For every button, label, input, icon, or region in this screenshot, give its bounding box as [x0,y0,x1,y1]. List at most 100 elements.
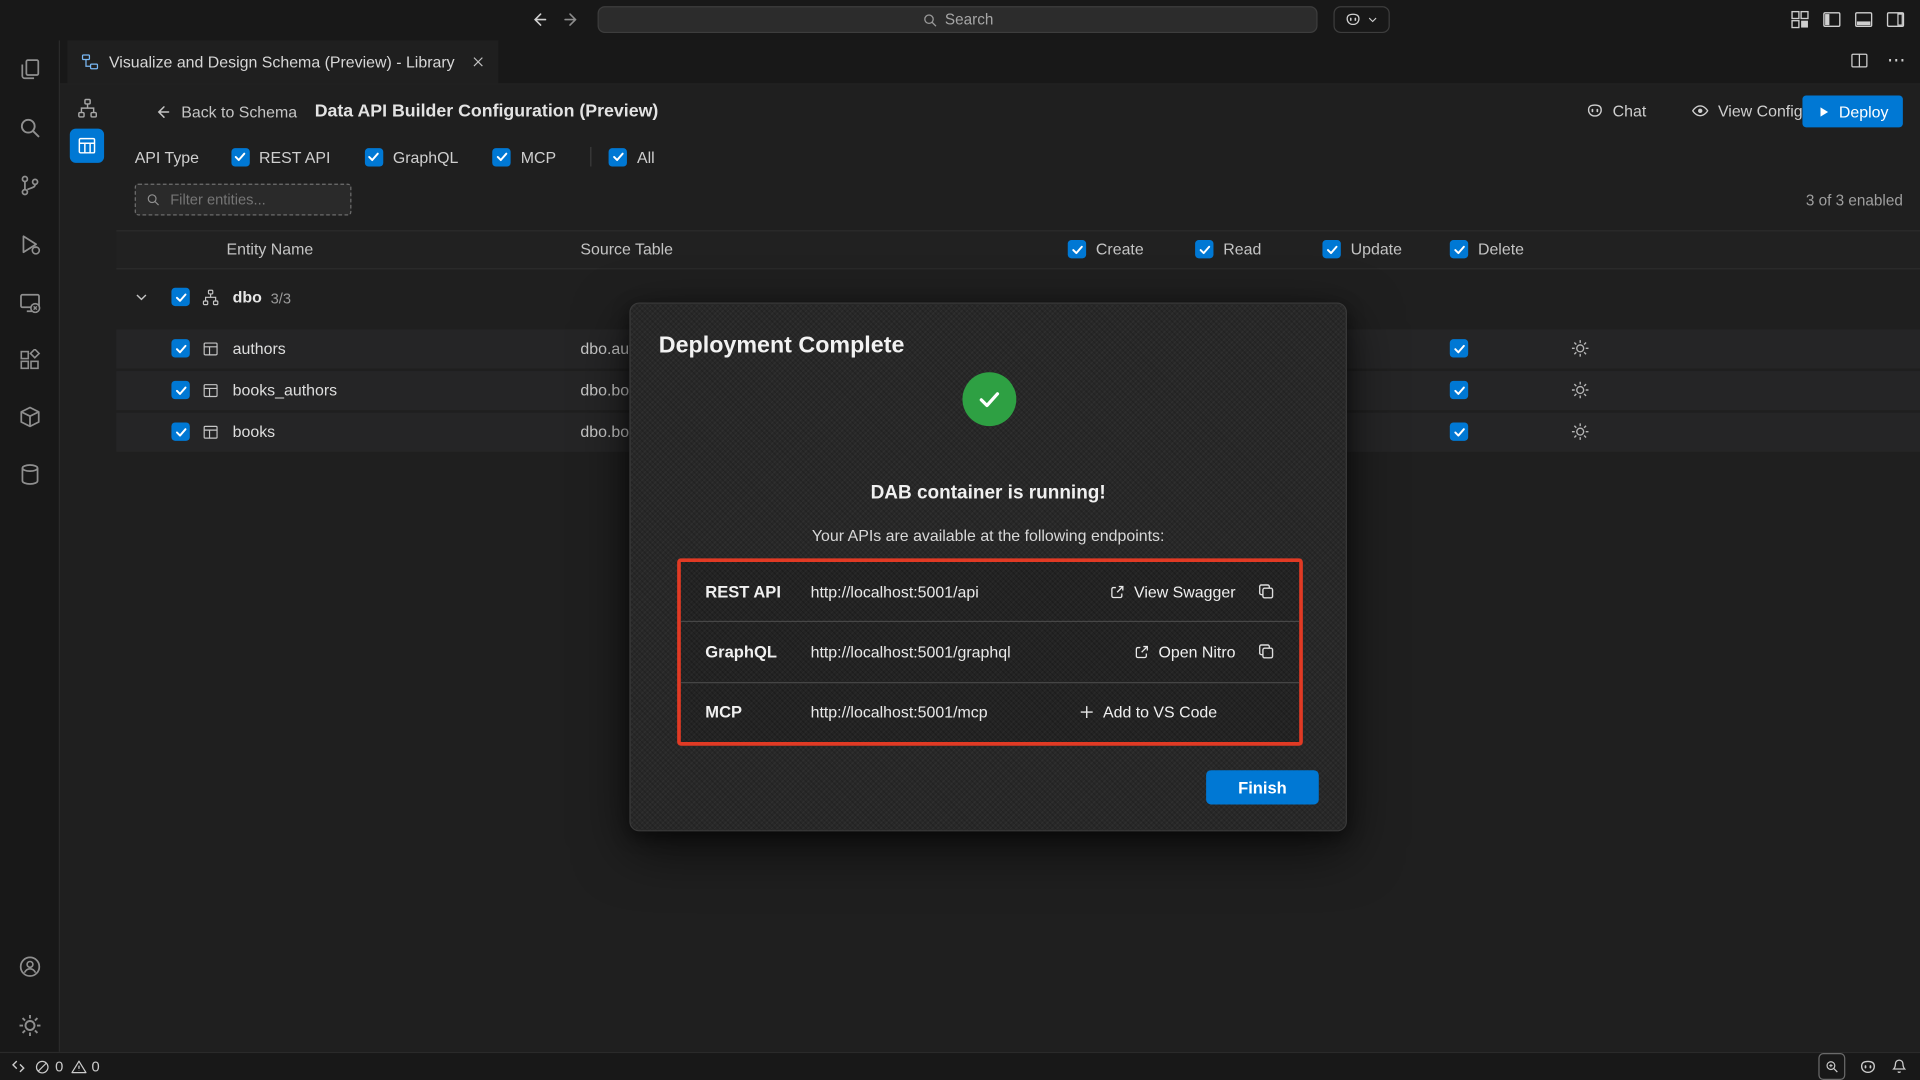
endpoint-row-graphql: GraphQL http://localhost:5001/graphql Op… [681,621,1299,681]
checkbox-update-all[interactable] [1322,240,1340,258]
mcp-label: MCP [521,148,556,166]
chevron-down-icon[interactable] [133,289,149,305]
endpoint-url: http://localhost:5001/api [811,582,1110,600]
endpoint-action-label: Add to VS Code [1103,703,1217,721]
copy-icon[interactable] [1258,583,1275,600]
editor-tab-schema-designer[interactable]: Visualize and Design Schema (Preview) - … [67,40,498,83]
checkbox-read-all[interactable] [1195,240,1213,258]
row-settings-gear-icon[interactable] [1571,422,1589,440]
checkbox-graphql[interactable] [365,148,383,166]
database-projects-icon[interactable] [15,402,44,431]
deploy-button[interactable]: Deploy [1802,96,1902,128]
explorer-icon[interactable] [15,54,44,83]
copilot-chat-icon [1586,102,1604,120]
split-editor-icon[interactable] [1850,51,1868,69]
extensions-icon[interactable] [15,345,44,374]
remote-explorer-icon[interactable] [15,288,44,317]
open-nitro-link[interactable]: Open Nitro [1134,643,1235,661]
more-actions-icon[interactable]: ⋯ [1887,54,1905,66]
view-swagger-link[interactable]: View Swagger [1110,582,1236,600]
entity-table-header: Entity Name Source Table Create Read Upd… [116,230,1920,269]
search-view-icon[interactable] [15,113,44,142]
settings-gear-icon[interactable] [15,1010,44,1039]
zoom-indicator-icon[interactable] [1818,1053,1845,1080]
view-config-button[interactable]: View Config [1691,102,1803,120]
api-type-option-all[interactable]: All [609,148,655,166]
toggle-sidebar-icon[interactable] [1822,10,1842,30]
checkbox-rest-api[interactable] [231,148,249,166]
entity-name: books [233,422,275,440]
error-icon [34,1059,50,1075]
copilot-icon [1344,11,1361,28]
customize-layout-icon[interactable] [1790,10,1810,30]
schema-hierarchy-icon [202,289,219,306]
endpoint-row-mcp: MCP http://localhost:5001/mcp Add to VS … [681,682,1299,742]
group-count: 3/3 [271,290,291,307]
toggle-panel-icon[interactable] [1854,10,1874,30]
filter-entities-box[interactable] [135,184,352,216]
sql-database-icon[interactable] [15,459,44,488]
endpoint-row-rest: REST API http://localhost:5001/api View … [681,562,1299,621]
checkbox-row[interactable] [171,422,189,440]
dab-config-view-button[interactable] [70,129,104,163]
api-type-option-graphql[interactable]: GraphQL [365,148,459,166]
account-icon[interactable] [15,951,44,980]
error-count: 0 [55,1058,63,1075]
source-control-icon[interactable] [15,170,44,199]
eye-icon [1691,102,1709,120]
column-create: Create [1096,240,1144,258]
copilot-menu-button[interactable] [1333,6,1389,33]
title-bar: Search [0,0,1920,42]
editor-tab-bar: Visualize and Design Schema (Preview) - … [59,40,1920,84]
filter-entities-input[interactable] [168,190,332,210]
warnings-indicator[interactable]: 0 [71,1058,100,1075]
checkbox-row[interactable] [171,381,189,399]
nav-forward-icon[interactable] [562,10,582,30]
api-type-option-rest[interactable]: REST API [231,148,331,166]
endpoint-url: http://localhost:5001/mcp [811,703,1079,721]
checkbox-create-all[interactable] [1068,240,1086,258]
column-update: Update [1351,240,1402,258]
checkbox-mcp[interactable] [493,148,511,166]
success-check-icon [962,372,1016,426]
search-icon [146,192,161,207]
checkbox-delete[interactable] [1450,339,1468,357]
editor-tab-label: Visualize and Design Schema (Preview) - … [109,53,455,71]
chat-label: Chat [1613,102,1647,120]
endpoint-action-label: Open Nitro [1159,643,1236,661]
rest-api-label: REST API [259,148,330,166]
finish-button[interactable]: Finish [1206,770,1319,804]
plus-icon [1078,704,1094,720]
api-type-option-mcp[interactable]: MCP [493,148,557,166]
api-type-label: API Type [135,148,199,166]
graphql-label: GraphQL [393,148,458,166]
checkbox-all[interactable] [609,148,627,166]
checkbox-delete[interactable] [1450,381,1468,399]
table-icon [202,382,219,399]
toggle-secondary-sidebar-icon[interactable] [1886,10,1906,30]
row-settings-gear-icon[interactable] [1571,339,1589,357]
run-debug-icon[interactable] [15,229,44,258]
close-icon[interactable] [472,55,485,68]
endpoint-url: http://localhost:5001/graphql [811,643,1134,661]
copy-icon[interactable] [1258,643,1275,660]
command-center-search[interactable]: Search [598,6,1318,33]
add-to-vscode-link[interactable]: Add to VS Code [1078,703,1217,721]
copilot-status-icon[interactable] [1859,1057,1877,1075]
remote-indicator-icon[interactable] [10,1058,27,1075]
activity-bar [0,40,60,1053]
search-icon [922,12,938,28]
view-config-label: View Config [1718,102,1803,120]
back-to-schema-link[interactable]: Back to Schema [153,103,297,121]
checkbox-delete[interactable] [1450,422,1468,440]
checkbox-group-dbo[interactable] [171,288,189,306]
errors-indicator[interactable]: 0 [34,1058,63,1075]
checkbox-row[interactable] [171,339,189,357]
notifications-bell-icon[interactable] [1891,1058,1908,1075]
schema-diagram-view-button[interactable] [72,93,101,122]
row-settings-gear-icon[interactable] [1571,381,1589,399]
nav-back-icon[interactable] [529,10,549,30]
chat-button[interactable]: Chat [1586,102,1647,120]
api-type-row: API Type REST API GraphQL MCP All [135,143,689,170]
checkbox-delete-all[interactable] [1450,240,1468,258]
